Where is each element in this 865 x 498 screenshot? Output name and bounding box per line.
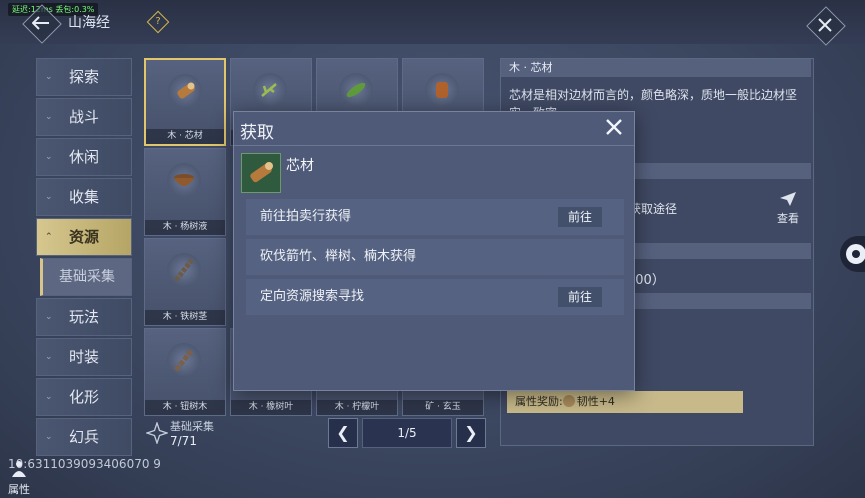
view-label: 查看 xyxy=(777,212,799,225)
heartwood-icon xyxy=(168,74,202,108)
reward-label: 属性奖励: xyxy=(515,395,563,408)
chevron-down-icon: ⌄ xyxy=(45,432,53,442)
sidebar-item-label: 战斗 xyxy=(68,108,99,126)
category-footer-label: 基础采集 xyxy=(170,420,214,433)
acquire-modal: 获取 芯材 前往拍卖行获得 前往 砍伐箭竹、榉树、楠木获得 定向资源搜索寻找 前… xyxy=(233,111,635,391)
chevron-down-icon: ⌄ xyxy=(45,192,53,202)
stick-icon xyxy=(167,343,201,377)
back-arrow-icon xyxy=(32,16,49,30)
top-bar xyxy=(0,0,865,44)
go-button[interactable]: 前往 xyxy=(558,207,602,227)
chevron-down-icon: ⌄ xyxy=(45,112,53,122)
sidebar-item-fashion[interactable]: ⌄ 时装 xyxy=(36,338,132,376)
sidebar-item-transform[interactable]: ⌄ 化形 xyxy=(36,378,132,416)
chevron-down-icon: ⌄ xyxy=(45,392,53,402)
sidebar-item-resources[interactable]: ⌃ 资源 xyxy=(36,218,132,256)
sidebar-item-combat[interactable]: ⌄ 战斗 xyxy=(36,98,132,136)
next-page-button[interactable]: ❯ xyxy=(456,418,486,448)
detail-header: 木 · 芯材 xyxy=(501,59,811,77)
toughness-icon xyxy=(562,395,575,407)
sidebar-item-collect[interactable]: ⌄ 收集 xyxy=(36,178,132,216)
grid-item-poplar-sap[interactable]: 木 · 杨树液 xyxy=(144,148,226,236)
attribute-label[interactable]: 属性 xyxy=(8,481,30,497)
stem-icon xyxy=(167,253,201,287)
bark-icon xyxy=(425,73,459,107)
acquire-row-text: 前往拍卖行获得 xyxy=(260,209,352,224)
category-sidebar: ⌄ 探索 ⌄ 战斗 ⌄ 休闲 ⌄ 收集 ⌃ 资源 基础采集 ⌄ 玩法 ⌄ 时装 ⌄ 化形 ⌄ 幻兵 xyxy=(36,58,132,458)
chevron-down-icon: ⌄ xyxy=(45,72,53,82)
back-button[interactable] xyxy=(22,4,62,44)
attribute-icon[interactable] xyxy=(8,457,30,479)
modal-divider xyxy=(234,145,634,146)
chevron-left-icon: ❮ xyxy=(336,423,350,442)
sidebar-item-gameplay[interactable]: ⌄ 玩法 xyxy=(36,298,132,336)
sidebar-item-label: 化形 xyxy=(68,388,99,406)
leaf-icon xyxy=(339,73,373,107)
acquire-row-logging: 砍伐箭竹、榉树、楠木获得 xyxy=(246,239,624,275)
acquire-row-auction: 前往拍卖行获得 前往 xyxy=(246,199,624,235)
page-indicator: 1/5 xyxy=(362,418,452,448)
grid-item-ironwood-stem[interactable]: 木 · 铁树茎 xyxy=(144,238,226,326)
sidebar-item-label: 探索 xyxy=(68,68,99,86)
bowl-icon xyxy=(167,163,201,197)
go-button[interactable]: 前往 xyxy=(558,287,602,307)
sidebar-item-explore[interactable]: ⌄ 探索 xyxy=(36,58,132,96)
gathering-star-icon xyxy=(146,422,168,444)
chevron-down-icon: ⌄ xyxy=(45,312,53,322)
chevron-up-icon: ⌃ xyxy=(45,232,53,242)
modal-title: 获取 xyxy=(240,123,274,143)
item-label: 木 · 柠檬叶 xyxy=(317,400,397,415)
sidebar-item-phantom-weapon[interactable]: ⌄ 幻兵 xyxy=(36,418,132,456)
collection-count: 7/71 xyxy=(170,434,197,448)
item-label: 矿 · 玄玉 xyxy=(403,400,483,415)
chevron-right-icon: ❯ xyxy=(464,423,478,442)
sidebar-item-leisure[interactable]: ⌄ 休闲 xyxy=(36,138,132,176)
sidebar-item-label: 休闲 xyxy=(68,148,99,166)
prev-page-button[interactable]: ❮ xyxy=(328,418,358,448)
reward-value: 韧性+4 xyxy=(576,395,615,408)
paper-plane-icon xyxy=(780,192,796,206)
grid-item-heartwood[interactable]: 木 · 芯材 xyxy=(144,58,226,146)
item-label: 木 · 钮树木 xyxy=(145,400,225,415)
sidebar-item-label: 基础采集 xyxy=(59,269,115,285)
heartwood-icon xyxy=(241,153,281,193)
sidebar-subitem-basic-gathering[interactable]: 基础采集 xyxy=(40,258,132,296)
help-icon: ? xyxy=(155,16,161,27)
item-label: 木 · 铁树茎 xyxy=(145,310,225,325)
source-text: 获取途径 xyxy=(629,202,678,216)
modal-item-name: 芯材 xyxy=(286,158,314,174)
item-label: 木 · 橡树叶 xyxy=(231,400,311,415)
sidebar-item-label: 幻兵 xyxy=(68,428,99,446)
sidebar-item-label: 资源 xyxy=(68,228,99,246)
close-icon[interactable] xyxy=(604,117,624,137)
close-icon xyxy=(818,18,832,32)
acquire-row-text: 砍伐箭竹、榉树、楠木获得 xyxy=(260,249,417,264)
acquire-row-text: 定向资源搜索寻找 xyxy=(260,289,365,304)
sidebar-item-label: 玩法 xyxy=(68,308,99,326)
herb-icon xyxy=(253,73,287,107)
acquire-row-search: 定向资源搜索寻找 前往 xyxy=(246,279,624,315)
gear-icon xyxy=(846,244,865,264)
chevron-down-icon: ⌄ xyxy=(45,152,53,162)
view-button[interactable]: 查看 xyxy=(773,191,803,226)
chevron-down-icon: ⌄ xyxy=(45,352,53,362)
sidebar-item-label: 收集 xyxy=(68,188,99,206)
page-title: 山海经 xyxy=(68,15,110,31)
item-label: 木 · 杨树液 xyxy=(145,220,225,235)
item-label: 木 · 芯材 xyxy=(146,129,224,144)
grid-item-niu-wood[interactable]: 木 · 钮树木 xyxy=(144,328,226,416)
close-button[interactable] xyxy=(806,6,846,46)
sidebar-item-label: 时装 xyxy=(68,348,99,366)
player-uid: 10:6311039093406070 9 xyxy=(8,457,161,471)
attribute-reward: 属性奖励: 韧性+4 xyxy=(507,391,743,413)
